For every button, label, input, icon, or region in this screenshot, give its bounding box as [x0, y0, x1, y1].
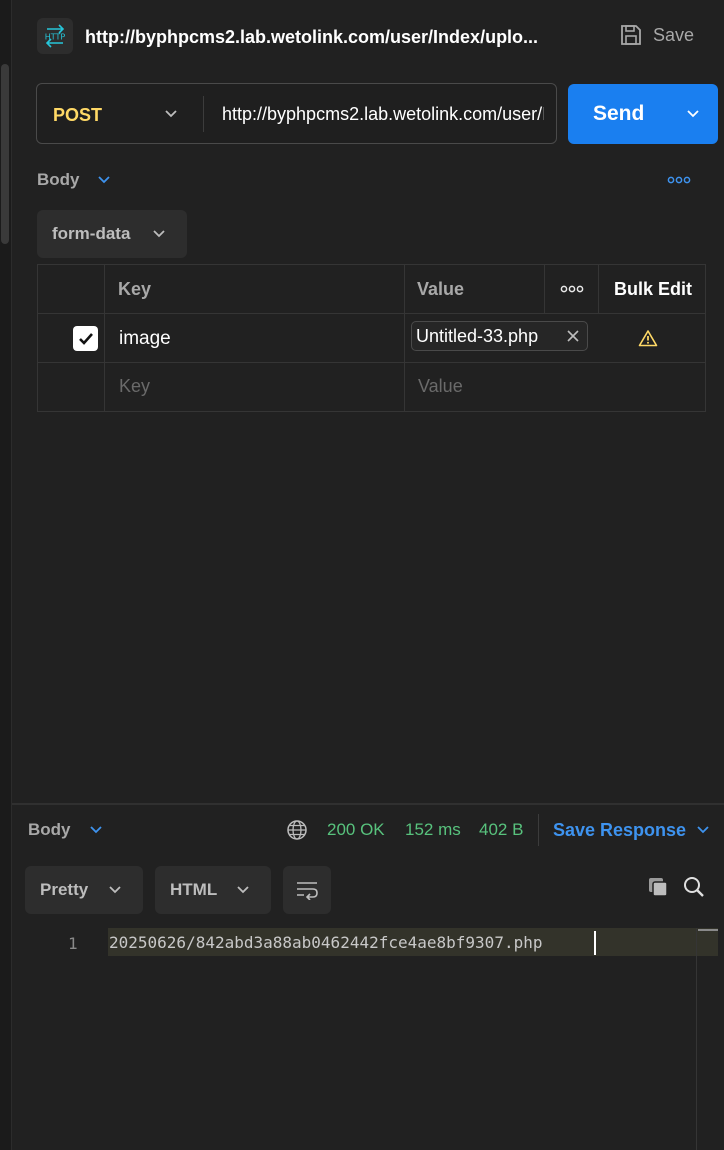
response-code-editor[interactable]: 1 20250626/842abd3a88ab0462442fce4ae8bf9… — [12, 928, 724, 1150]
col-divider — [544, 265, 545, 313]
send-label: Send — [593, 102, 645, 125]
row-divider — [38, 362, 705, 363]
svg-text:HTTP: HTTP — [45, 33, 66, 42]
text-caret — [594, 931, 596, 955]
editor-scrollbar[interactable] — [696, 928, 697, 1150]
col-divider — [104, 265, 105, 411]
checkbox-icon — [78, 332, 93, 345]
header-value: Value — [417, 279, 465, 299]
search-icon[interactable] — [683, 876, 705, 898]
save-icon — [621, 25, 641, 45]
value-placeholder[interactable]: Value — [418, 376, 463, 397]
form-data-table: Key Value Bulk Edit image Untitled-33.ph… — [37, 264, 706, 412]
scrollbar-thumb[interactable] — [1, 64, 9, 244]
bulk-edit-button[interactable]: Bulk Edit — [614, 279, 692, 300]
request-title-row: HTTP http://byphpcms2.lab.wetolink.com/u… — [37, 17, 717, 55]
param-key[interactable]: image — [119, 328, 171, 350]
response-body-tab[interactable]: Body — [28, 820, 71, 840]
save-label: Save — [653, 24, 695, 45]
more-icon[interactable] — [667, 175, 691, 185]
status-code[interactable]: 200 OK — [327, 820, 385, 840]
row-checkbox[interactable] — [73, 326, 98, 351]
divider — [203, 96, 204, 132]
left-scrollbar[interactable] — [0, 0, 12, 1150]
body-tab[interactable]: Body — [37, 170, 80, 190]
method-select[interactable]: POST — [53, 105, 102, 126]
http-icon: HTTP — [37, 18, 73, 54]
chevron-down-icon[interactable] — [96, 172, 112, 188]
scrollbar-marker — [698, 929, 718, 931]
wrap-lines-button[interactable] — [283, 866, 331, 914]
line-number: 1 — [68, 934, 78, 953]
chevron-down-icon — [237, 886, 249, 894]
chevron-down-icon[interactable] — [685, 106, 701, 122]
more-icon[interactable] — [560, 284, 584, 294]
response-time[interactable]: 152 ms — [405, 820, 461, 840]
file-chip[interactable]: Untitled-33.php — [411, 321, 588, 351]
request-title[interactable]: http://byphpcms2.lab.wetolink.com/user/I… — [85, 27, 538, 48]
chevron-down-icon — [153, 230, 165, 238]
url-bar: POST http://byphpcms2.lab.wetolink.com/u… — [36, 83, 557, 144]
chevron-down-icon — [109, 886, 121, 894]
save-button[interactable]: Save — [619, 23, 694, 47]
chevron-down-icon[interactable] — [695, 822, 711, 838]
body-type-label: form-data — [52, 224, 131, 243]
response-content[interactable]: 20250626/842abd3a88ab0462442fce4ae8bf930… — [109, 933, 542, 952]
body-type-select[interactable]: form-data — [37, 210, 187, 258]
chevron-down-icon[interactable] — [163, 106, 179, 122]
save-response-button[interactable]: Save Response — [553, 820, 686, 841]
response-divider[interactable] — [12, 803, 724, 805]
divider — [538, 814, 539, 846]
close-icon[interactable] — [565, 328, 581, 344]
format-label: Pretty — [40, 880, 89, 899]
row-divider — [38, 313, 705, 314]
file-name: Untitled-33.php — [416, 326, 539, 346]
globe-icon[interactable] — [286, 819, 308, 841]
col-divider — [404, 265, 405, 411]
send-button[interactable]: Send — [568, 84, 718, 144]
url-input[interactable]: http://byphpcms2.lab.wetolink.com/user/I… — [222, 104, 544, 125]
col-divider — [598, 265, 599, 313]
copy-icon[interactable] — [647, 876, 669, 898]
warning-icon — [638, 330, 658, 347]
header-key: Key — [118, 279, 152, 299]
format-select[interactable]: Pretty — [25, 866, 143, 914]
wrap-icon — [297, 882, 318, 900]
language-label: HTML — [170, 880, 218, 899]
language-select[interactable]: HTML — [155, 866, 271, 914]
chevron-down-icon[interactable] — [88, 822, 104, 838]
response-size[interactable]: 402 B — [479, 820, 523, 840]
key-placeholder[interactable]: Key — [119, 376, 150, 397]
